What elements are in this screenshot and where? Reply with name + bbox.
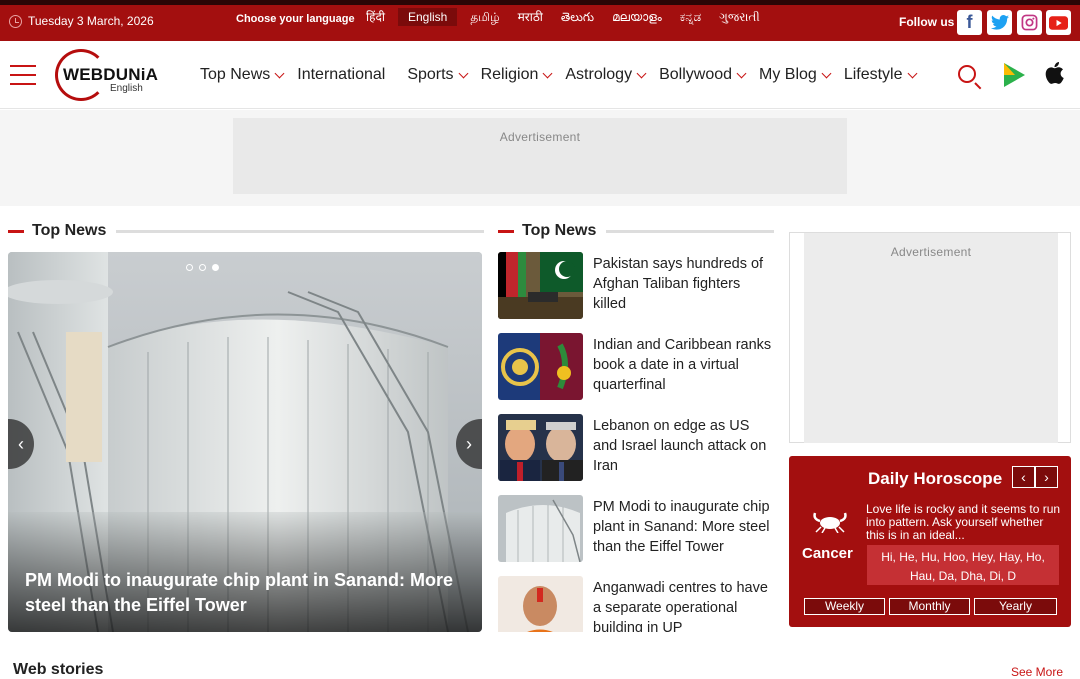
ad-banner-area: Advertisement xyxy=(0,110,1080,206)
news-thumbnail[interactable] xyxy=(498,414,583,481)
youtube-icon[interactable] xyxy=(1046,10,1071,35)
search-icon[interactable] xyxy=(958,65,976,83)
horoscope-name-sounds: Hi, He, Hu, Hoo, Hey, Hay, Ho, Hau, Da, … xyxy=(867,545,1059,585)
slide-dot-2[interactable] xyxy=(199,264,206,271)
horoscope-sign[interactable]: Cancer xyxy=(802,545,853,562)
menu-item-astrology[interactable]: Astrology xyxy=(565,66,647,84)
chevron-down-icon xyxy=(736,68,747,78)
language-label: Choose your language xyxy=(236,13,355,25)
sidebar-advertisement[interactable]: Advertisement xyxy=(804,233,1058,443)
horoscope-period-tabs: Weekly Monthly Yearly xyxy=(804,598,1057,615)
language-malayalam[interactable]: മലയാളം xyxy=(603,8,671,26)
menu-item-bollywood[interactable]: Bollywood xyxy=(659,66,747,84)
news-thumbnail[interactable] xyxy=(498,576,583,632)
heading-accent xyxy=(498,229,514,233)
chevron-right-icon: › xyxy=(1044,469,1049,485)
chevron-down-icon xyxy=(821,68,832,78)
heading-divider xyxy=(606,229,775,233)
facebook-icon[interactable]: f xyxy=(957,10,982,35)
slider-dots xyxy=(186,264,219,271)
main-header: WEBDUNiA English Top News International … xyxy=(0,41,1080,109)
cancer-crab-icon xyxy=(811,509,849,539)
language-marathi[interactable]: मराठी xyxy=(509,8,552,26)
tab-yearly[interactable]: Yearly xyxy=(974,598,1057,615)
news-item[interactable]: PM Modi to inaugurate chip plant in Sana… xyxy=(498,495,778,565)
menu-item-my-blog[interactable]: My Blog xyxy=(759,66,832,84)
date-text: Tuesday 3 March, 2026 xyxy=(28,14,154,28)
chevron-down-icon xyxy=(636,68,647,78)
instagram-icon[interactable] xyxy=(1017,10,1042,35)
tab-weekly[interactable]: Weekly xyxy=(804,598,885,615)
chevron-left-icon: ‹ xyxy=(18,433,24,454)
news-item[interactable]: Pakistan says hundreds of Afghan Taliban… xyxy=(498,252,778,322)
language-kannada[interactable]: ಕನ್ನಡ xyxy=(671,8,710,26)
news-title[interactable]: Anganwadi centres to have a separate ope… xyxy=(593,578,773,632)
top-news-section-heading: Top News xyxy=(498,222,775,240)
language-telugu[interactable]: తెలుగు xyxy=(552,8,603,26)
news-item[interactable]: Anganwadi centres to have a separate ope… xyxy=(498,576,778,632)
twitter-icon[interactable] xyxy=(987,10,1012,35)
google-play-icon[interactable] xyxy=(1004,63,1025,87)
horoscope-next-button[interactable]: › xyxy=(1035,466,1058,488)
hamburger-menu-icon[interactable] xyxy=(10,65,36,85)
language-switcher: हिंदी English தமிழ் मराठी తెలుగు മലയാളം … xyxy=(357,8,769,26)
follow-label: Follow us xyxy=(899,15,955,29)
see-more-link[interactable]: See More xyxy=(1011,665,1063,679)
menu-item-top-news[interactable]: Top News xyxy=(200,66,285,84)
menu-item-religion[interactable]: Religion xyxy=(481,66,553,84)
logo-subtitle: English xyxy=(110,83,143,94)
news-item[interactable]: Lebanon on edge as US and Israel launch … xyxy=(498,414,778,484)
news-title[interactable]: Lebanon on edge as US and Israel launch … xyxy=(593,416,773,476)
slide-dot-1[interactable] xyxy=(186,264,193,271)
chevron-down-icon xyxy=(542,68,553,78)
news-title[interactable]: Pakistan says hundreds of Afghan Taliban… xyxy=(593,254,773,314)
sidebar-ad-container: Advertisement xyxy=(789,232,1071,443)
news-thumbnail[interactable] xyxy=(498,252,583,319)
slide-dot-3[interactable] xyxy=(212,264,219,271)
heading-accent xyxy=(8,229,24,233)
menu-item-lifestyle[interactable]: Lifestyle xyxy=(844,66,917,84)
chevron-right-icon: › xyxy=(466,433,472,454)
horoscope-prev-button[interactable]: ‹ xyxy=(1012,466,1035,488)
top-strip: Tuesday 3 March, 2026 Choose your langua… xyxy=(0,0,1080,41)
advertisement-banner[interactable]: Advertisement xyxy=(233,118,847,194)
horoscope-title: Daily Horoscope xyxy=(868,469,1003,488)
language-hindi[interactable]: हिंदी xyxy=(357,8,394,26)
news-thumbnail[interactable] xyxy=(498,495,583,562)
news-title[interactable]: Indian and Caribbean ranks book a date i… xyxy=(593,335,773,395)
news-item[interactable]: Indian and Caribbean ranks book a date i… xyxy=(498,333,778,403)
featured-slide-title[interactable]: PM Modi to inaugurate chip plant in Sana… xyxy=(25,568,465,618)
chevron-left-icon: ‹ xyxy=(1021,469,1026,485)
current-date: Tuesday 3 March, 2026 xyxy=(9,14,154,28)
language-tamil[interactable]: தமிழ் xyxy=(461,8,508,26)
heading-divider xyxy=(116,229,485,233)
clock-icon xyxy=(9,14,22,28)
chevron-down-icon xyxy=(907,68,917,78)
featured-section-heading: Top News xyxy=(8,222,485,240)
tab-monthly[interactable]: Monthly xyxy=(889,598,970,615)
daily-horoscope-widget: Daily Horoscope ‹ › Cancer Love life is … xyxy=(789,456,1071,627)
menu-item-sports[interactable]: Sports xyxy=(407,66,469,84)
language-english[interactable]: English xyxy=(397,8,458,26)
news-title[interactable]: PM Modi to inaugurate chip plant in Sana… xyxy=(593,497,773,557)
news-thumbnail[interactable] xyxy=(498,333,583,400)
apple-icon[interactable] xyxy=(1043,61,1065,92)
menu-item-international[interactable]: International xyxy=(297,66,385,84)
horoscope-text[interactable]: Love life is rocky and it seems to run i… xyxy=(866,503,1062,542)
main-menu: Top News International Sports Religion A… xyxy=(200,66,930,84)
chevron-down-icon xyxy=(458,68,469,78)
language-gujarati[interactable]: ગુજરાતી xyxy=(710,8,769,26)
logo[interactable]: WEBDUNiA xyxy=(63,65,158,85)
chevron-down-icon xyxy=(274,68,285,78)
web-stories-heading: Web stories xyxy=(13,661,104,678)
